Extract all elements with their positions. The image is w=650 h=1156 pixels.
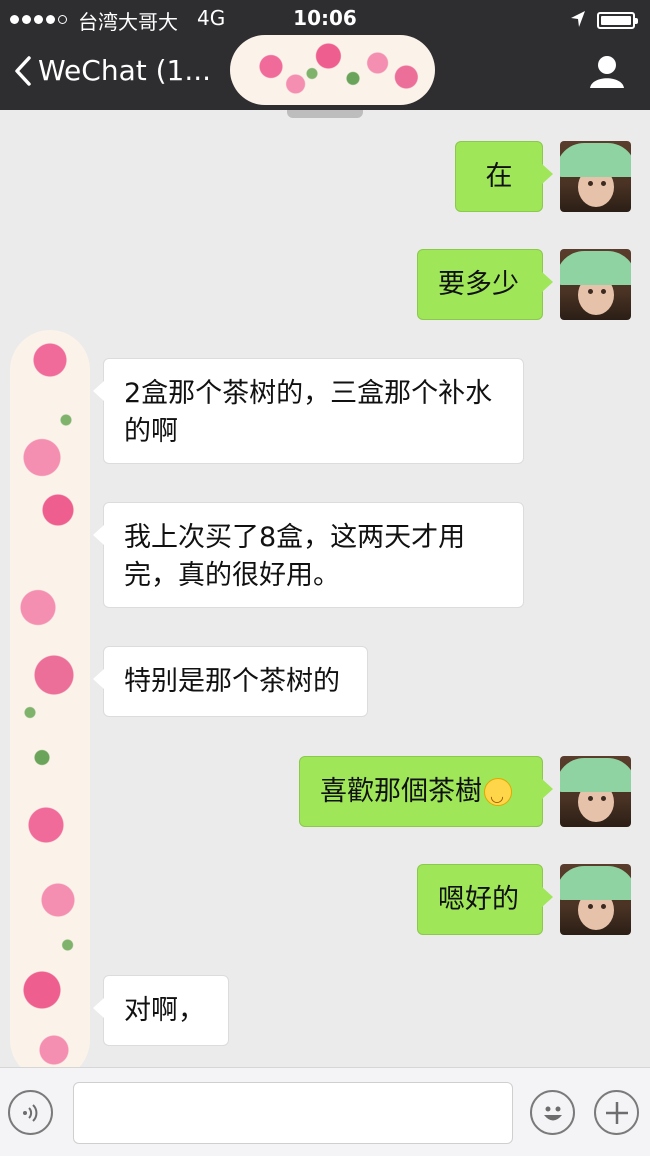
chat-title-floral: [230, 35, 435, 105]
my-avatar[interactable]: [560, 864, 631, 935]
message-bubble-sent[interactable]: 要多少: [417, 249, 553, 320]
my-avatar[interactable]: [560, 249, 631, 320]
back-chevron-icon: [15, 55, 31, 86]
message-bubble-sent[interactable]: 嗯好的: [417, 864, 553, 935]
plus-icon: [605, 1101, 628, 1124]
status-bar: 台湾大哥大 4G 10:06: [0, 6, 650, 34]
voice-input-button[interactable]: [8, 1090, 53, 1135]
message-bubble-received[interactable]: 对啊，: [93, 975, 229, 1046]
message-bubble-sent[interactable]: 在: [455, 141, 553, 212]
clock: 10:06: [293, 6, 357, 30]
message-text: 特别是那个茶树的: [124, 665, 340, 697]
input-bar: [0, 1067, 650, 1156]
message-bubble-sent[interactable]: 喜歡那個茶樹: [299, 756, 553, 827]
message-text: 在: [485, 160, 513, 192]
message-bubble-received[interactable]: 我上次买了8盒，这两天才用完，真的很好用。: [93, 502, 524, 608]
nav-bar: WeChat (1...: [0, 35, 650, 110]
floral-avatar-strip: [10, 330, 90, 1080]
top-bar: 台湾大哥大 4G 10:06 WeChat (1...: [0, 0, 650, 110]
message-text: 要多少: [438, 268, 519, 300]
message-text: 我上次买了8盒，这两天才用完，真的很好用。: [124, 522, 466, 591]
voice-input-icon: [22, 1103, 37, 1122]
message-bubble-received[interactable]: 特别是那个茶树的: [93, 646, 368, 717]
message-text: 嗯好的: [438, 883, 519, 915]
emoji-button[interactable]: [530, 1090, 575, 1135]
location-arrow-icon: [571, 11, 585, 27]
my-avatar[interactable]: [560, 141, 631, 212]
pull-tab: [287, 110, 363, 118]
message-text: 对啊，: [124, 994, 205, 1026]
back-button[interactable]: WeChat (1...: [14, 54, 211, 87]
message-text: 喜歡那個茶樹: [320, 775, 482, 807]
more-options-button[interactable]: [594, 1090, 639, 1135]
contact-profile-icon[interactable]: [588, 55, 626, 89]
smiley-emoji-icon: [484, 777, 512, 815]
battery-icon: [597, 12, 638, 29]
emoji-icon: [543, 1106, 562, 1120]
message-text: 2盒那个茶树的，三盒那个补水的啊: [124, 378, 493, 447]
message-bubble-received[interactable]: 2盒那个茶树的，三盒那个补水的啊: [93, 358, 524, 464]
message-input[interactable]: [73, 1082, 513, 1144]
back-label: WeChat (1...: [38, 54, 212, 87]
my-avatar[interactable]: [560, 756, 631, 827]
